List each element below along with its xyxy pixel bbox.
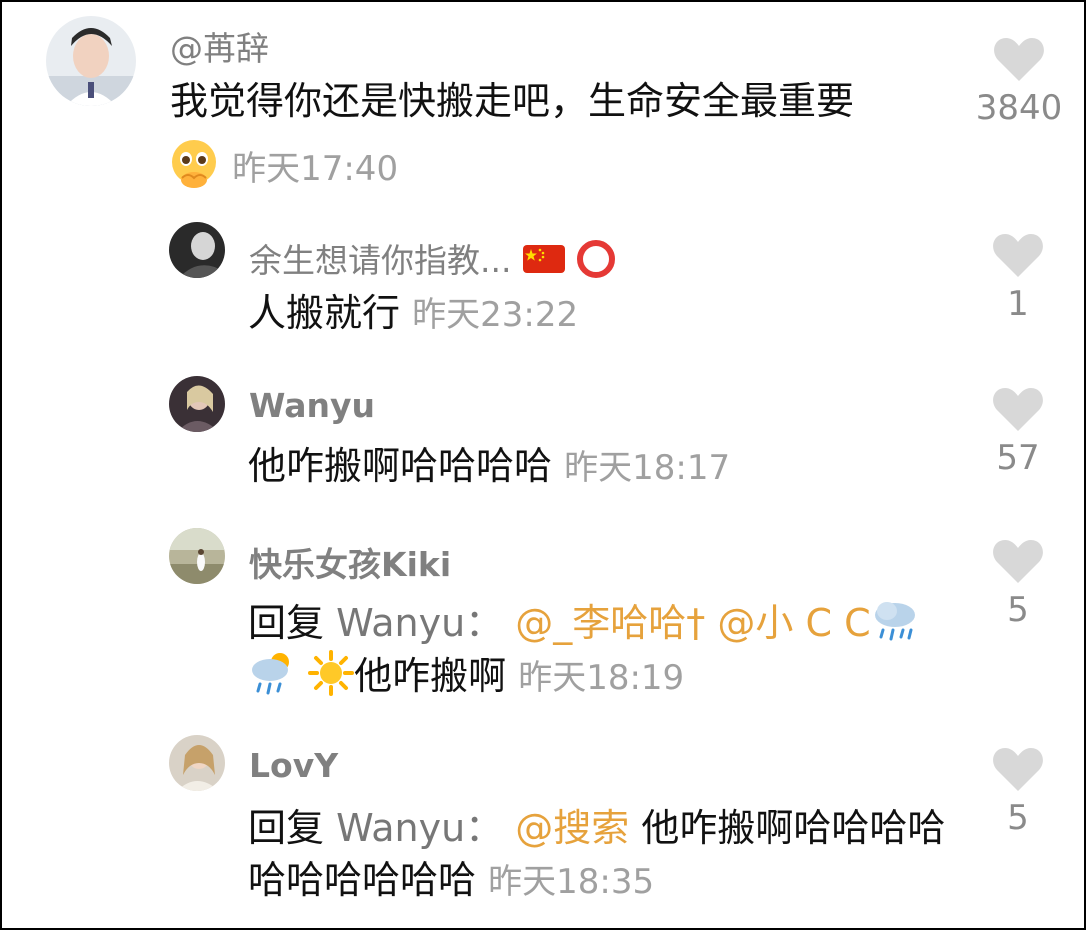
like-count: 57 — [996, 438, 1040, 478]
comment-text: 回复 Wanyu： @搜索 他咋搬啊哈哈哈哈 — [248, 806, 945, 852]
timestamp: 昨天18:19 — [518, 657, 685, 698]
heart-icon — [994, 38, 1044, 81]
reply-to-user[interactable]: Wanyu： — [336, 806, 503, 850]
timestamp: 昨天18:17 — [564, 448, 731, 488]
like-button[interactable]: 1 — [973, 232, 1063, 324]
sun-icon — [308, 650, 355, 707]
comment-body: 他咋搬啊 — [354, 653, 507, 698]
rain-cloud-icon — [871, 597, 919, 654]
comment-text: 他咋搬啊哈哈哈哈 昨天18:17 — [248, 444, 730, 490]
heart-icon — [993, 540, 1043, 583]
like-count: 5 — [1007, 590, 1029, 630]
pleading-hands-emoji — [168, 138, 220, 201]
comment-text: 我觉得你还是快搬走吧，生命安全最重要 — [170, 79, 855, 123]
comment-body-cont: 哈哈哈哈哈哈 — [248, 858, 477, 902]
comment-body: 他咋搬啊哈哈哈哈 — [641, 806, 946, 850]
timestamp: 昨天23:22 — [412, 295, 579, 335]
reply-prefix: 回复 — [248, 600, 337, 645]
avatar[interactable] — [46, 16, 136, 106]
comment-body: 人搬就行 — [248, 291, 401, 335]
avatar[interactable] — [169, 528, 225, 584]
timestamp: 昨天17:40 — [232, 148, 399, 189]
avatar[interactable] — [169, 735, 225, 791]
like-count: 5 — [1007, 798, 1029, 838]
red-circle-emoji — [576, 239, 616, 287]
heart-icon — [993, 388, 1043, 431]
reply-to-user[interactable]: Wanyu： — [336, 601, 503, 645]
mention-link[interactable]: @搜索 — [515, 806, 629, 850]
like-button[interactable]: 5 — [973, 746, 1063, 838]
mention-link[interactable]: @_李哈哈† — [515, 601, 705, 645]
comment-text-cont: 他咋搬啊 昨天18:19 — [250, 650, 684, 707]
timestamp: 昨天18:35 — [488, 862, 655, 902]
username-text: 余生想请你指教... — [249, 241, 512, 280]
comment-text: 人搬就行 昨天23:22 — [248, 291, 578, 337]
comment-username[interactable]: @苒辞 — [170, 22, 269, 70]
comment-username[interactable]: LovY — [249, 746, 338, 785]
avatar[interactable] — [169, 376, 225, 432]
reply-prefix: 回复 — [248, 806, 337, 850]
comment-text: 回复 Wanyu： @_李哈哈† @小 C C — [248, 597, 919, 654]
heart-icon — [993, 748, 1043, 791]
like-button[interactable]: 3840 — [974, 36, 1064, 128]
comment-body: 他咋搬啊哈哈哈哈 — [248, 444, 553, 488]
rain-cloud-sun-icon — [250, 650, 296, 707]
avatar[interactable] — [169, 222, 225, 278]
heart-icon — [993, 234, 1043, 277]
comment-username[interactable]: Wanyu — [249, 386, 375, 425]
like-button[interactable]: 57 — [973, 386, 1063, 478]
comment-meta: 昨天17:40 — [168, 138, 398, 201]
comment-text-cont: 哈哈哈哈哈哈 昨天18:35 — [248, 858, 654, 904]
comment-username[interactable]: 余生想请你指教... — [249, 234, 616, 287]
mention-link[interactable]: @小 C C — [717, 601, 870, 645]
comment-list: @苒辞 我觉得你还是快搬走吧，生命安全最重要 昨天17:40 3840 余生想请… — [0, 0, 1086, 930]
comment-username[interactable]: 快乐女孩Kiki — [249, 538, 451, 586]
china-flag-emoji — [522, 243, 566, 283]
like-button[interactable]: 5 — [973, 538, 1063, 630]
like-count: 3840 — [975, 88, 1063, 128]
like-count: 1 — [1007, 284, 1029, 324]
